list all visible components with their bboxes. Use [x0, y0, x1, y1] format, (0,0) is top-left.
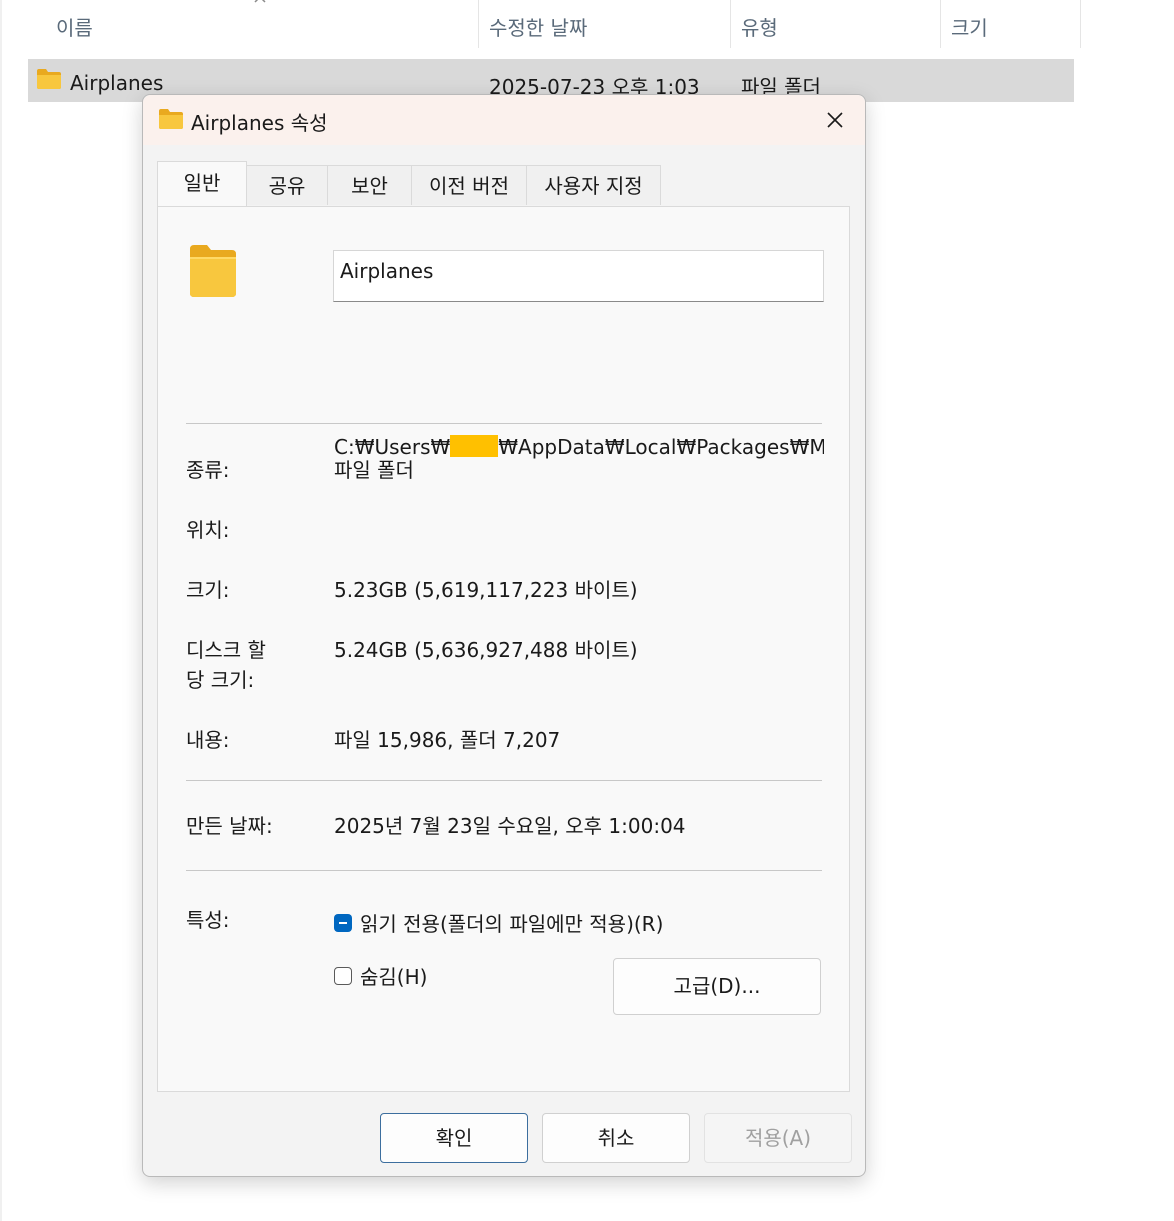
size-on-disk-value: 5.24GB (5,636,927,488 바이트): [334, 638, 638, 662]
column-header-name[interactable]: 이름: [0, 0, 478, 50]
divider: [186, 423, 822, 424]
tab-previous-versions[interactable]: 이전 버전: [411, 165, 527, 205]
ok-button[interactable]: 확인: [380, 1113, 528, 1163]
close-button[interactable]: [815, 101, 855, 139]
size-on-disk-label-line2: 당 크기:: [186, 668, 255, 692]
apply-button[interactable]: 적용(A): [704, 1113, 852, 1163]
large-folder-icon: [188, 243, 238, 303]
column-header-name-label: 이름: [56, 16, 93, 40]
dialog-title: Airplanes 속성: [191, 111, 328, 135]
type-label: 종류:: [186, 458, 230, 482]
size-label: 크기:: [186, 578, 230, 602]
created-label: 만든 날짜:: [186, 814, 273, 838]
size-on-disk-label-line1: 디스크 할: [186, 638, 266, 662]
column-header-type[interactable]: 유형: [731, 0, 939, 50]
divider: [186, 780, 822, 781]
hidden-label[interactable]: 숨김(H): [360, 962, 427, 992]
window-left-edge: [0, 0, 2, 1221]
column-header-size-label: 크기: [951, 16, 988, 40]
location-value[interactable]: C:₩Users₩ ₩AppData₩Local₩Packages₩Micros: [334, 432, 824, 464]
column-header-modified-label: 수정한 날짜: [489, 16, 588, 40]
general-tab-panel: Airplanes 종류: 파일 폴더 위치: C:₩Users₩ ₩AppDat…: [157, 206, 850, 1092]
readonly-label[interactable]: 읽기 전용(폴더의 파일에만 적용)(R): [360, 909, 663, 939]
contains-value: 파일 15,986, 폴더 7,207: [334, 728, 561, 752]
readonly-checkbox[interactable]: [334, 914, 352, 932]
tab-customize[interactable]: 사용자 지정: [526, 165, 661, 205]
column-separator[interactable]: [1080, 0, 1081, 48]
tab-general[interactable]: 일반: [157, 161, 247, 207]
tab-sharing[interactable]: 공유: [246, 165, 328, 205]
dialog-titlebar[interactable]: Airplanes 속성: [143, 95, 865, 145]
column-header-type-label: 유형: [741, 16, 778, 40]
file-name: Airplanes: [70, 71, 164, 95]
redaction-block: [450, 435, 499, 457]
properties-dialog: Airplanes 속성 일반 공유 보안 이전 버전 사용자 지정 Airpl…: [142, 94, 866, 1177]
location-prefix: C:₩Users₩: [334, 435, 451, 459]
folder-icon: [36, 68, 62, 94]
location-label: 위치:: [186, 518, 230, 542]
cancel-button[interactable]: 취소: [542, 1113, 690, 1163]
tab-security[interactable]: 보안: [327, 165, 412, 205]
contains-label: 내용:: [186, 728, 230, 752]
advanced-button[interactable]: 고급(D)...: [613, 958, 821, 1015]
hidden-checkbox[interactable]: [334, 967, 352, 985]
location-suffix: ₩AppData₩Local₩Packages₩Micros: [498, 435, 824, 459]
column-header-modified[interactable]: 수정한 날짜: [479, 0, 729, 50]
size-value: 5.23GB (5,619,117,223 바이트): [334, 578, 638, 602]
close-icon: [827, 112, 843, 132]
created-value: 2025년 7월 23일 수요일, 오후 1:00:04: [334, 814, 686, 838]
divider: [186, 870, 822, 871]
folder-name-input[interactable]: Airplanes: [333, 250, 824, 302]
attributes-label: 특성:: [186, 908, 230, 932]
folder-icon: [158, 108, 184, 134]
column-header-size[interactable]: 크기: [941, 0, 1080, 50]
